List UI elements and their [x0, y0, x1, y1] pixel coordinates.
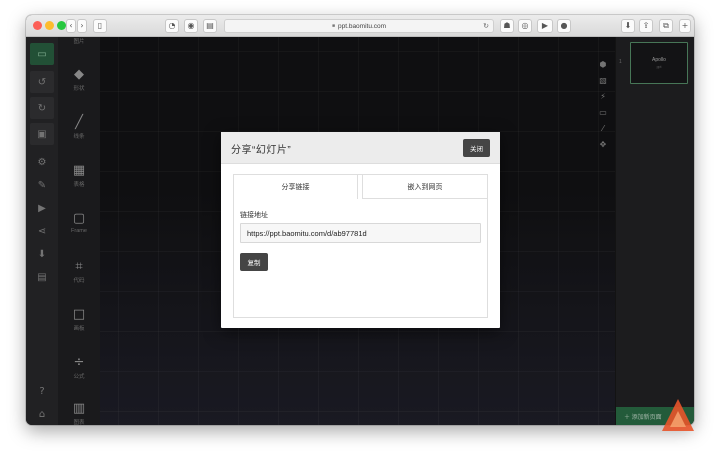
- sidebar-icon[interactable]: ▯: [93, 19, 107, 33]
- globe-icon[interactable]: ◉: [184, 19, 198, 33]
- video-icon[interactable]: ▶: [537, 19, 553, 33]
- address-bar[interactable]: ■ ppt.baomitu.com ↻: [224, 19, 494, 33]
- dialog-header: 分享“幻灯片” 关闭: [221, 132, 500, 164]
- share-tabs: 分享链接 嵌入到网页: [233, 174, 488, 199]
- share-tab-panel: 分享链接 嵌入到网页 链接地址 复制: [233, 174, 488, 318]
- reader-icon[interactable]: ▤: [203, 19, 217, 33]
- zoom-window-button[interactable]: [57, 21, 66, 30]
- link-field-label: 链接地址: [240, 212, 268, 219]
- address-text: ppt.baomitu.com: [337, 22, 387, 30]
- eye-icon[interactable]: ◎: [518, 19, 532, 33]
- close-button[interactable]: 关闭: [463, 139, 490, 157]
- dialog-title: 分享“幻灯片”: [231, 145, 292, 156]
- record-icon[interactable]: ●: [557, 19, 571, 33]
- lock-icon: ■: [331, 23, 335, 29]
- close-window-button[interactable]: [33, 21, 42, 30]
- share-dialog: 分享“幻灯片” 关闭 分享链接 嵌入到网页 链接地址 复制: [221, 132, 500, 328]
- brand-logo-icon: [662, 399, 694, 431]
- new-tab-button[interactable]: +: [679, 19, 691, 33]
- share-link-input[interactable]: [240, 223, 481, 243]
- reload-icon[interactable]: ↻: [483, 22, 489, 30]
- tab-share-link[interactable]: 分享链接: [233, 174, 358, 199]
- tab-embed[interactable]: 嵌入到网页: [362, 174, 488, 199]
- tabs-icon[interactable]: ⧉: [659, 19, 673, 33]
- minimize-window-button[interactable]: [45, 21, 54, 30]
- browser-toolbar: ‹ › ▯ ◔ ◉ ▤ ■ ppt.baomitu.com ↻ ☗ ◎ ▶ ● …: [26, 15, 694, 37]
- back-button[interactable]: ‹: [66, 19, 76, 33]
- download-icon[interactable]: ⬇: [621, 19, 635, 33]
- copy-button[interactable]: 复制: [240, 253, 268, 271]
- forward-button[interactable]: ›: [77, 19, 87, 33]
- share-icon[interactable]: ⇪: [639, 19, 653, 33]
- browser-window: ‹ › ▯ ◔ ◉ ▤ ■ ppt.baomitu.com ↻ ☗ ◎ ▶ ● …: [26, 15, 694, 425]
- rss-icon[interactable]: ◔: [165, 19, 179, 33]
- extension-icon[interactable]: ☗: [500, 19, 514, 33]
